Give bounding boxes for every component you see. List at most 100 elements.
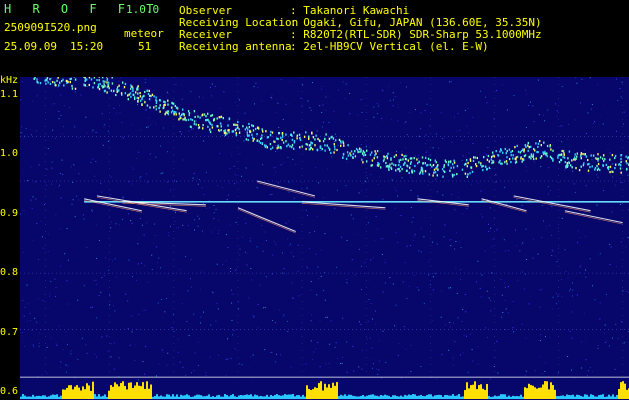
noise-speck: [571, 295, 573, 297]
activity-bar: [588, 396, 590, 399]
drift-trace-point: [395, 169, 397, 172]
noise-speck: [586, 374, 588, 376]
noise-speck: [308, 259, 310, 261]
noise-speck: [551, 205, 553, 207]
noise-speck: [199, 216, 201, 218]
noise-speck: [557, 372, 559, 374]
noise-speck: [341, 362, 343, 364]
noise-speck: [452, 364, 454, 366]
activity-bar: [402, 396, 404, 399]
noise-speck: [325, 317, 327, 318]
noise-speck: [406, 134, 408, 136]
activity-bar: [560, 395, 562, 399]
noise-speck: [569, 290, 571, 292]
drift-trace-point: [237, 120, 239, 124]
noise-speck: [528, 303, 530, 305]
noise-speck: [114, 258, 116, 260]
noise-speck: [489, 207, 491, 209]
noise-speck: [138, 87, 140, 89]
activity-bar: [572, 394, 574, 399]
noise-speck: [467, 371, 469, 373]
noise-speck: [621, 81, 623, 83]
noise-speck: [620, 182, 622, 183]
noise-speck: [111, 176, 113, 178]
noise-speck: [462, 352, 464, 354]
drift-trace-point: [483, 156, 485, 159]
noise-speck: [155, 156, 157, 158]
noise-speck: [346, 161, 348, 163]
noise-speck: [477, 363, 479, 365]
noise-speck: [21, 126, 22, 128]
noise-speck: [472, 360, 474, 362]
noise-speck: [394, 207, 396, 209]
drift-trace-point: [188, 112, 191, 115]
drift-trace-point: [153, 95, 155, 98]
drift-trace-point: [366, 149, 368, 152]
noise-speck: [290, 366, 292, 368]
drift-trace-point: [249, 129, 251, 132]
drift-trace-point: [523, 155, 526, 158]
noise-speck: [33, 345, 34, 347]
noise-speck: [525, 228, 527, 230]
activity-bar: [552, 385, 554, 399]
drift-trace-point: [129, 92, 132, 95]
noise-speck: [373, 106, 375, 108]
noise-speck: [561, 296, 563, 298]
noise-speck: [382, 198, 384, 200]
noise-speck: [616, 130, 617, 132]
noise-speck: [264, 306, 266, 308]
noise-speck: [584, 236, 586, 238]
activity-bar: [244, 394, 246, 399]
meteor-echo-streak-edge: [302, 203, 386, 210]
noise-speck: [230, 357, 232, 359]
noise-speck: [318, 182, 320, 184]
noise-speck: [319, 366, 321, 368]
noise-speck: [431, 310, 433, 311]
activity-bar: [508, 395, 510, 399]
noise-speck: [132, 276, 133, 278]
drift-trace-point: [155, 96, 157, 99]
noise-speck: [440, 316, 442, 318]
noise-speck: [552, 144, 554, 146]
noise-speck: [60, 114, 62, 116]
noise-speck: [374, 310, 376, 312]
noise-speck: [581, 341, 582, 343]
noise-speck: [497, 372, 499, 374]
noise-speck: [135, 279, 137, 281]
activity-bar: [390, 396, 392, 399]
noise-speck: [81, 337, 83, 339]
drift-trace-point: [63, 84, 65, 87]
noise-speck: [589, 232, 591, 234]
drift-trace-point: [426, 164, 428, 167]
activity-bar: [604, 396, 606, 399]
noise-speck: [306, 266, 308, 268]
drift-trace-point: [562, 150, 565, 153]
noise-speck: [392, 92, 394, 94]
activity-bar: [334, 385, 336, 399]
drift-trace-point: [456, 173, 458, 176]
activity-bar: [298, 395, 300, 399]
noise-speck: [282, 118, 284, 120]
drift-trace-point: [493, 155, 496, 158]
noise-speck: [32, 196, 34, 198]
drift-trace-point: [280, 136, 282, 139]
noise-speck: [462, 213, 463, 215]
noise-speck: [239, 248, 241, 250]
activity-bar: [584, 394, 586, 399]
noise-speck: [604, 324, 606, 326]
drift-trace-point: [289, 145, 291, 148]
noise-speck: [466, 335, 467, 337]
drift-trace-point: [492, 151, 494, 154]
noise-speck: [346, 239, 348, 241]
noise-speck: [241, 236, 243, 238]
noise-speck: [38, 345, 40, 347]
noise-speck: [567, 274, 569, 276]
drift-trace-point: [155, 108, 157, 111]
noise-speck: [381, 117, 383, 119]
noise-speck: [231, 302, 233, 304]
activity-bar: [172, 394, 174, 399]
drift-trace-point: [237, 126, 239, 129]
noise-speck: [456, 130, 458, 132]
noise-speck: [579, 102, 581, 104]
noise-speck: [274, 167, 276, 168]
